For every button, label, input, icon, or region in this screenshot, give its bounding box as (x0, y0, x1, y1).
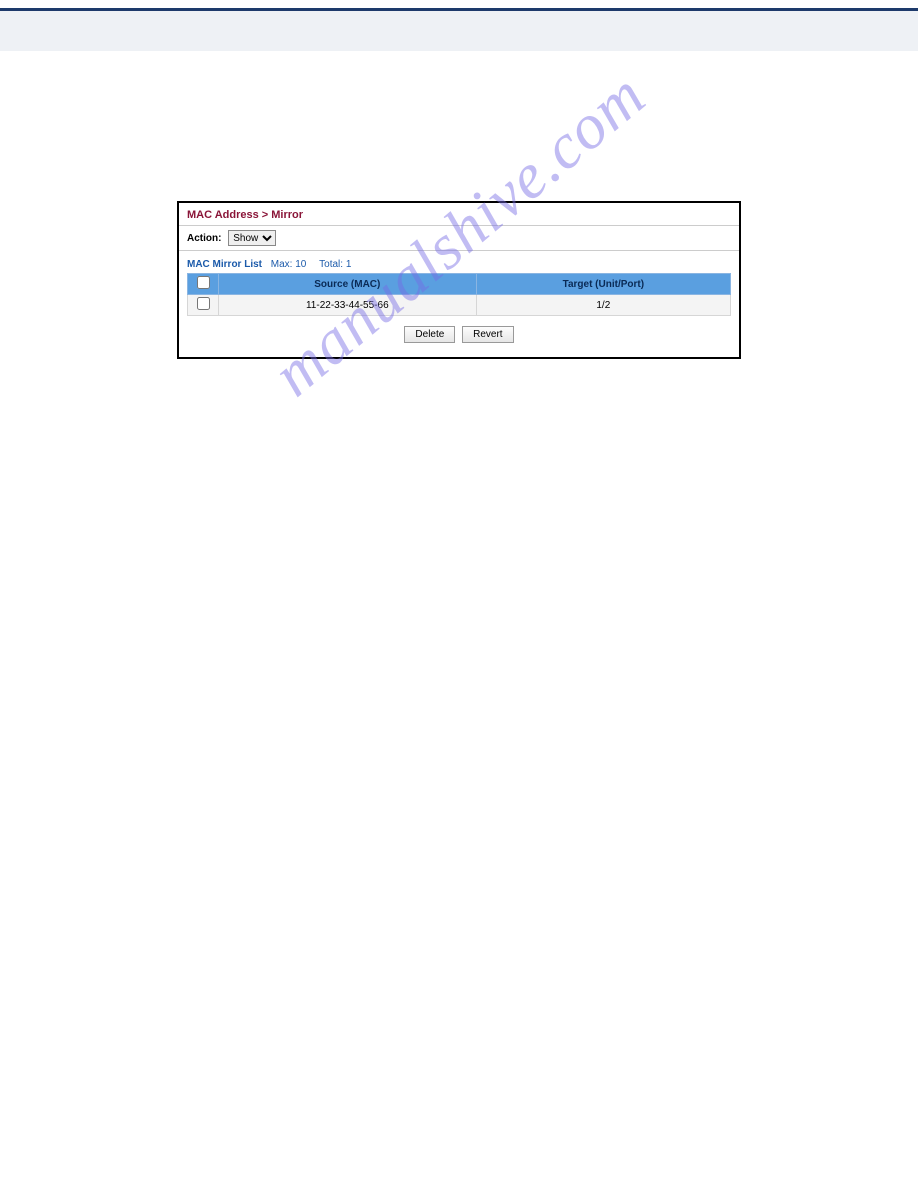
select-all-checkbox[interactable] (197, 276, 210, 289)
panel-title: MAC Address > Mirror (187, 209, 303, 221)
col-target: Target (Unit/Port) (476, 274, 730, 295)
list-max: Max: 10 (271, 259, 307, 270)
action-select[interactable]: Show (228, 230, 276, 246)
col-source: Source (MAC) (219, 274, 477, 295)
col-select-all (188, 274, 219, 295)
cell-target: 1/2 (476, 295, 730, 316)
row-checkbox[interactable] (197, 297, 210, 310)
table-row: 11-22-33-44-55-66 1/2 (188, 295, 731, 316)
mac-mirror-panel: MAC Address > Mirror Action: Show MAC Mi… (177, 201, 741, 359)
delete-button[interactable]: Delete (404, 326, 455, 343)
page-top-rule (0, 0, 918, 11)
cell-source: 11-22-33-44-55-66 (219, 295, 477, 316)
page-header-band (0, 11, 918, 51)
mac-mirror-table: Source (MAC) Target (Unit/Port) 11-22-33… (187, 273, 731, 316)
action-label: Action: (187, 233, 221, 244)
list-total: Total: 1 (319, 259, 351, 270)
revert-button[interactable]: Revert (462, 326, 513, 343)
action-row: Action: Show (179, 226, 739, 251)
list-title: MAC Mirror List (187, 259, 262, 270)
